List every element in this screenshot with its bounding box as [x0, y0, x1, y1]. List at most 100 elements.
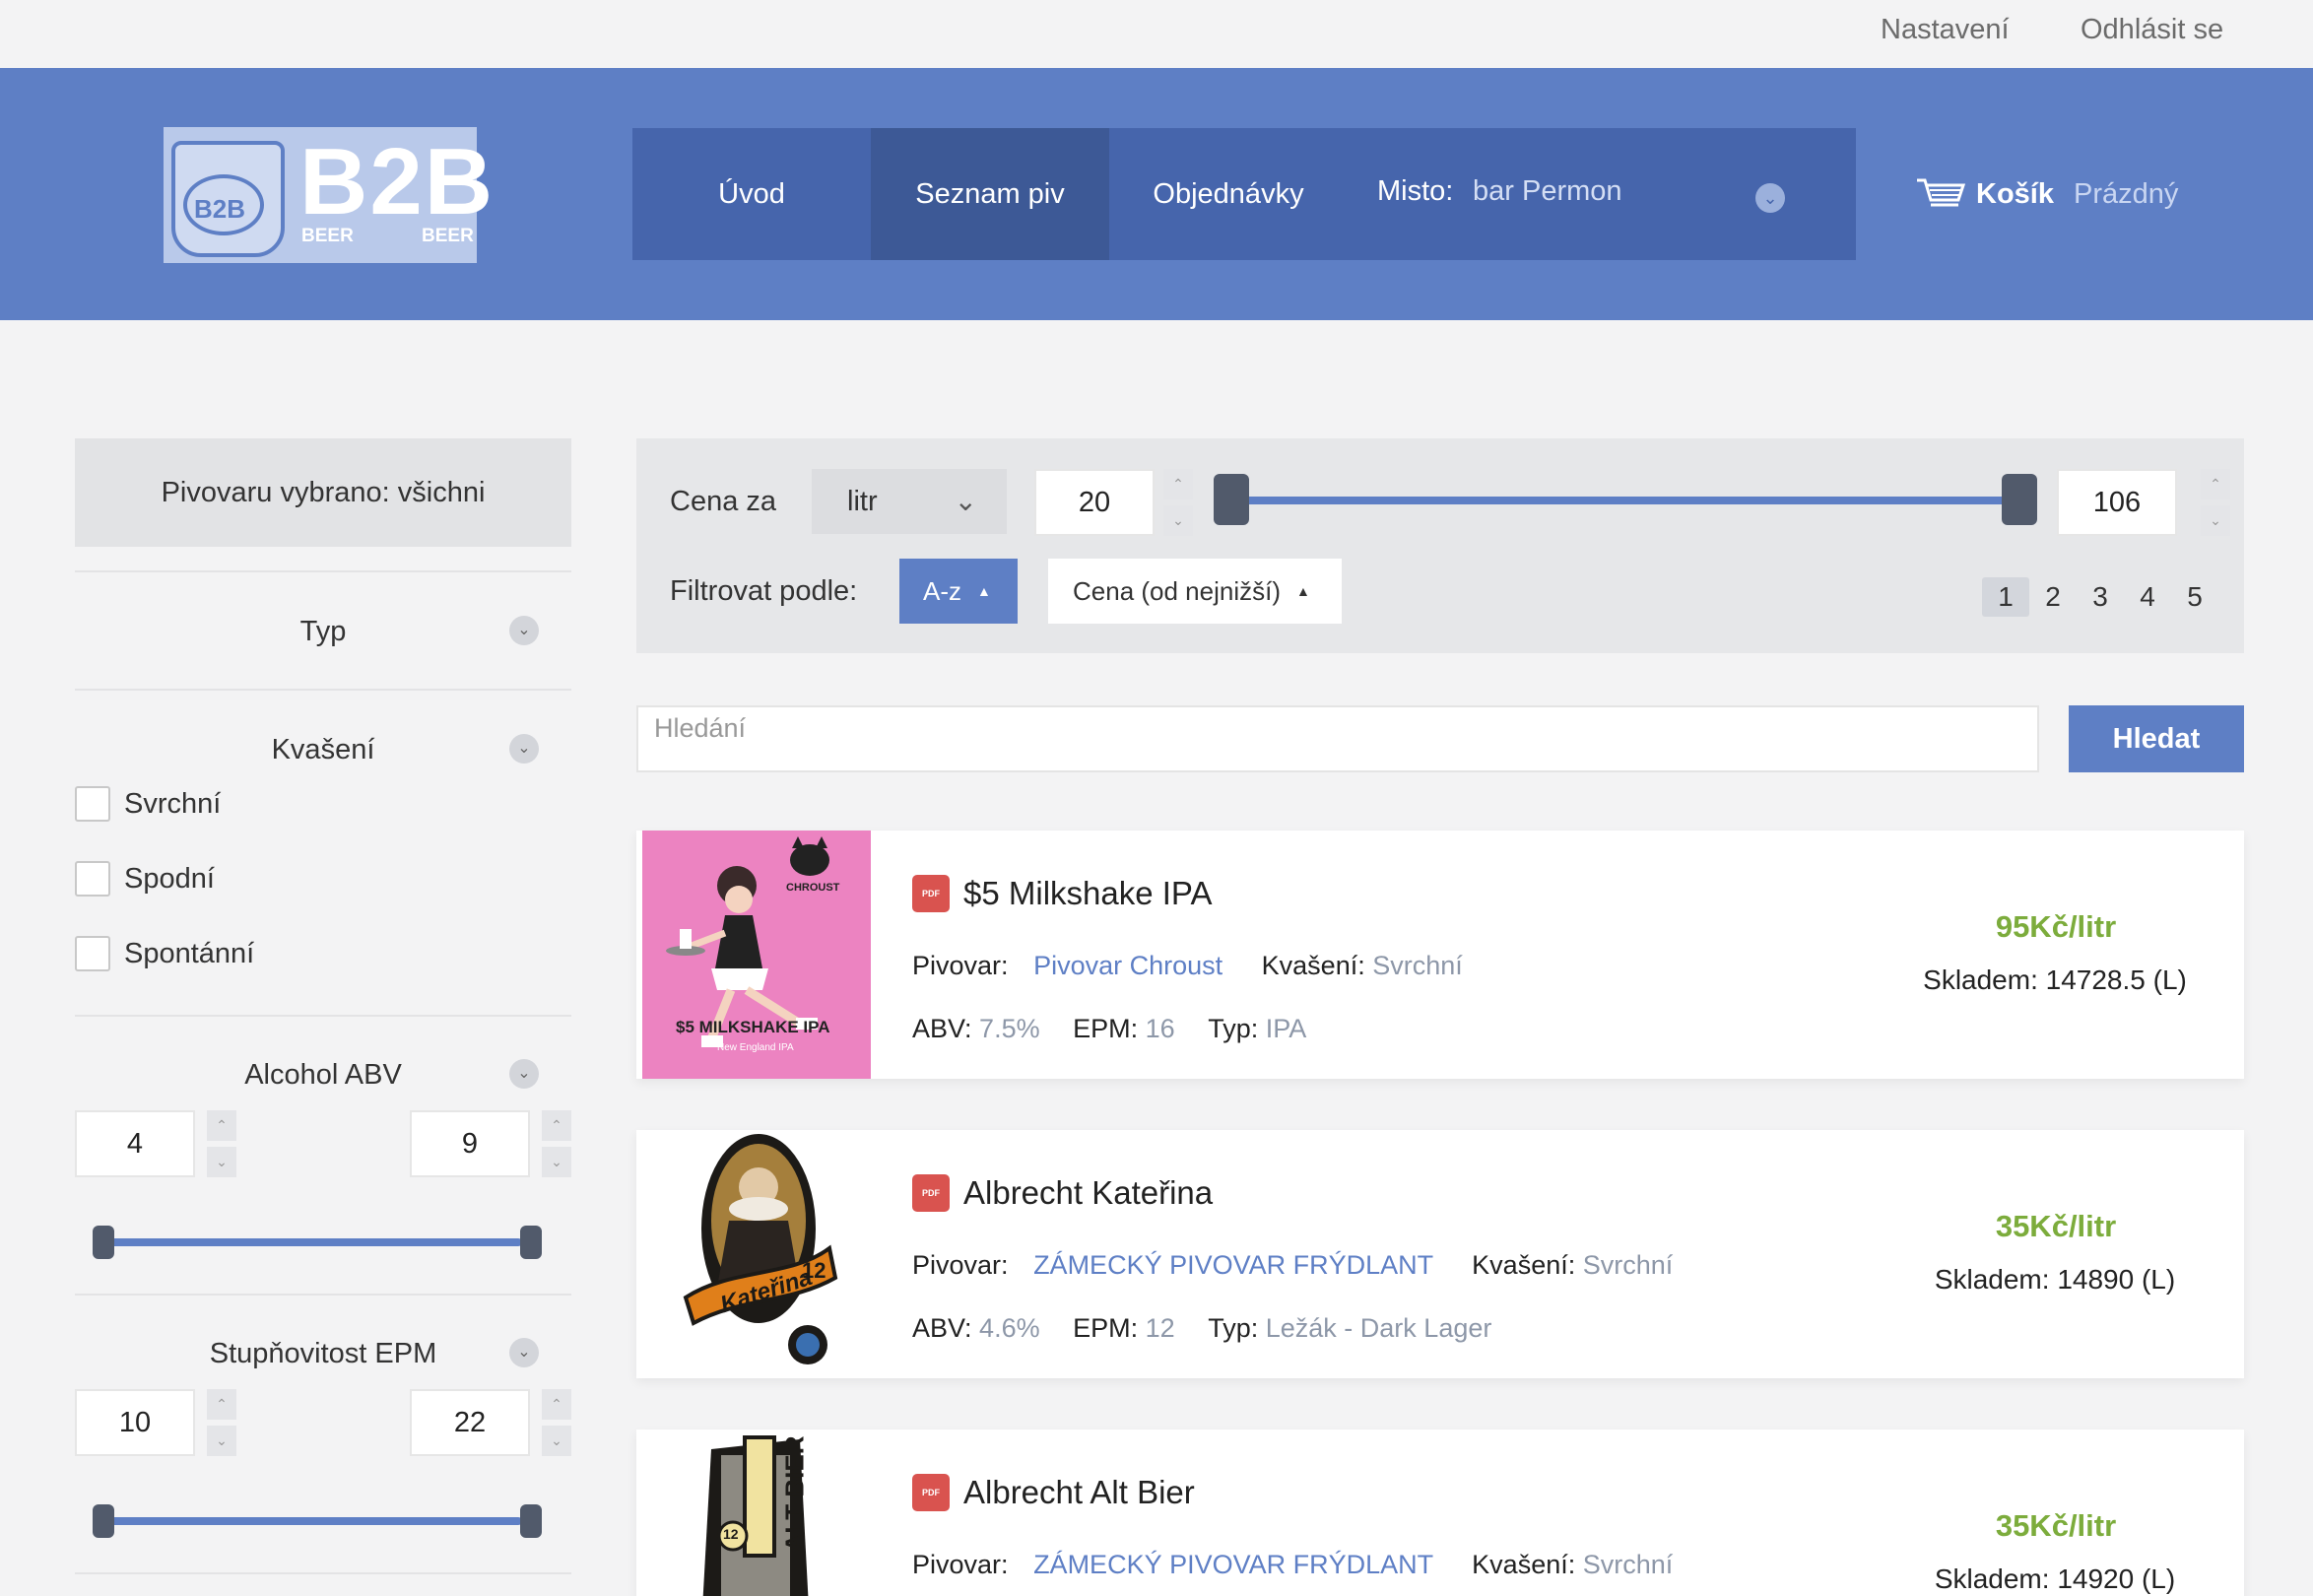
pdf-icon[interactable]: PDF — [912, 1174, 950, 1212]
nav-item-objednavky[interactable]: Objednávky — [1109, 128, 1348, 260]
price-max-stepper[interactable]: ⌃ ⌄ — [2201, 469, 2230, 536]
product-stats-row: ABV: 7.5% EPM: 16 Typ: IPA — [912, 1014, 1307, 1043]
divider — [75, 689, 571, 691]
sort-az-button[interactable]: A-z ▲ — [899, 559, 1018, 624]
price-slider-track[interactable] — [1231, 497, 2019, 504]
checkbox-spontanni[interactable]: Spontánní — [75, 936, 254, 971]
epm-section-title[interactable]: Stupňovitost EPM — [75, 1338, 571, 1370]
epm-max-stepper[interactable]: ⌃ ⌄ — [542, 1389, 571, 1456]
abv-min-stepper[interactable]: ⌃ ⌄ — [207, 1110, 236, 1177]
main-nav: Úvod Seznam piv Objednávky Misto: bar Pe… — [632, 128, 1856, 260]
logout-link[interactable]: Odhlásit se — [2081, 14, 2223, 46]
unit-select[interactable]: litr ⌄ — [812, 469, 1007, 534]
brewery-link[interactable]: ZÁMECKÝ PIVOVAR FRÝDLANT — [1033, 1550, 1433, 1579]
cart-button[interactable]: Košík Prázdný — [1915, 174, 2178, 214]
brewery-selector[interactable]: Pivovaru vybrano: všichni — [75, 438, 571, 547]
page-5[interactable]: 5 — [2171, 577, 2218, 617]
logo-mug-text: B2B — [194, 194, 246, 224]
chevron-down-icon[interactable]: ⌄ — [509, 1059, 539, 1089]
search-button[interactable]: Hledat — [2069, 705, 2244, 772]
place-select[interactable]: bar Permon — [1473, 175, 1622, 208]
nav-item-seznam-piv[interactable]: Seznam piv — [871, 128, 1109, 260]
checkbox-box[interactable] — [75, 786, 110, 822]
price-min-input[interactable]: 20 — [1034, 469, 1155, 536]
checkbox-svrchni[interactable]: Svrchní — [75, 786, 221, 822]
product-meta-row: Pivovar: ZÁMECKÝ PIVOVAR FRÝDLANT Kvašen… — [912, 1250, 1674, 1280]
chevron-down-icon[interactable]: ⌄ — [207, 1147, 236, 1177]
fermentation-section-title[interactable]: Kvašení — [75, 734, 571, 766]
checkbox-box[interactable] — [75, 936, 110, 971]
checkbox-box[interactable] — [75, 861, 110, 897]
alt-bier-label-image — [702, 1435, 809, 1596]
product-name[interactable]: Albrecht Kateřina — [963, 1174, 1213, 1212]
pdf-icon[interactable]: PDF — [912, 875, 950, 912]
epm-min-input[interactable]: 10 — [75, 1389, 195, 1456]
chevron-down-icon[interactable]: ⌄ — [1163, 505, 1193, 536]
product-name[interactable]: $5 Milkshake IPA — [963, 875, 1213, 912]
epm-slider-max-handle[interactable] — [520, 1504, 542, 1538]
abv-max-stepper[interactable]: ⌃ ⌄ — [542, 1110, 571, 1177]
filter-panel: Cena za litr ⌄ 20 ⌃ ⌄ 106 ⌃ ⌄ Filtrovat po… — [636, 438, 2244, 653]
product-meta-row: Pivovar: ZÁMECKÝ PIVOVAR FRÝDLANT Kvašen… — [912, 1550, 1674, 1579]
price-slider-max-handle[interactable] — [2002, 474, 2037, 525]
price-min-stepper[interactable]: ⌃ ⌄ — [1163, 469, 1193, 536]
logo-beer-left: BEER — [301, 226, 354, 246]
page-1[interactable]: 1 — [1982, 577, 2029, 617]
chevron-down-icon: ⌄ — [954, 486, 977, 516]
page-2[interactable]: 2 — [2029, 577, 2077, 617]
price-max-input[interactable]: 106 — [2057, 469, 2177, 536]
chevron-down-icon[interactable]: ⌄ — [542, 1147, 571, 1177]
product-image[interactable]: CHROUST $5 MILKSHAKE IPA New England IPA — [642, 831, 871, 1079]
product-image[interactable]: Kateřina 12 — [642, 1130, 871, 1378]
chevron-up-icon[interactable]: ⌃ — [207, 1110, 236, 1141]
abv-section-title[interactable]: Alcohol ABV — [75, 1059, 571, 1092]
product-price: 95Kč/litr — [1995, 909, 2117, 944]
chevron-up-icon[interactable]: ⌃ — [1163, 469, 1193, 499]
checkbox-spodni[interactable]: Spodní — [75, 861, 215, 897]
chevron-down-icon[interactable]: ⌄ — [542, 1426, 571, 1456]
sort-price-button[interactable]: Cena (od nejnižší) ▲ — [1048, 559, 1342, 624]
product-card[interactable]: ALT BIER 12 PDF Albrecht Alt Bier Pivova… — [636, 1430, 2244, 1596]
chevron-down-icon[interactable]: ⌄ — [2201, 505, 2230, 536]
chevron-up-icon[interactable]: ⌃ — [542, 1110, 571, 1141]
page-4[interactable]: 4 — [2124, 577, 2171, 617]
chevron-up-icon[interactable]: ⌃ — [542, 1389, 571, 1420]
price-slider-min-handle[interactable] — [1214, 474, 1249, 525]
chevron-down-icon[interactable]: ⌄ — [509, 1338, 539, 1367]
chevron-down-icon[interactable]: ⌄ — [207, 1426, 236, 1456]
abv-max-input[interactable]: 9 — [410, 1110, 530, 1177]
product-card[interactable]: Kateřina 12 PDF Albrecht Kateřina Pivova… — [636, 1130, 2244, 1378]
product-image[interactable]: ALT BIER 12 — [642, 1430, 871, 1596]
product-card[interactable]: CHROUST $5 MILKSHAKE IPA New England IPA… — [636, 831, 2244, 1079]
top-bar: Nastavení Odhlásit se — [0, 0, 2313, 68]
epm-max-input[interactable]: 22 — [410, 1389, 530, 1456]
cart-status: Prázdný — [2073, 177, 2179, 210]
pdf-icon[interactable]: PDF — [912, 1474, 950, 1511]
chevron-up-icon[interactable]: ⌃ — [207, 1389, 236, 1420]
settings-link[interactable]: Nastavení — [1881, 14, 2010, 46]
epm-slider-min-handle[interactable] — [93, 1504, 114, 1538]
divider — [75, 1015, 571, 1017]
fermentation-value: Svrchní — [1372, 951, 1463, 980]
type-section-title[interactable]: Typ — [75, 616, 571, 648]
search-input[interactable]: Hledání — [636, 705, 2039, 772]
abv-slider-track[interactable] — [95, 1238, 522, 1246]
label-number: 12 — [802, 1258, 826, 1283]
chevron-down-icon[interactable]: ⌄ — [509, 734, 539, 764]
epm-min-stepper[interactable]: ⌃ ⌄ — [207, 1389, 236, 1456]
page-3[interactable]: 3 — [2077, 577, 2124, 617]
chevron-up-icon[interactable]: ⌃ — [2201, 469, 2230, 499]
brewery-link[interactable]: ZÁMECKÝ PIVOVAR FRÝDLANT — [1033, 1250, 1433, 1280]
abv-slider-min-handle[interactable] — [93, 1226, 114, 1259]
epm-slider-track[interactable] — [95, 1517, 522, 1525]
checkbox-label: Spontánní — [124, 937, 255, 969]
chevron-down-icon[interactable]: ⌄ — [509, 616, 539, 645]
product-name[interactable]: Albrecht Alt Bier — [963, 1474, 1195, 1511]
abv-min-input[interactable]: 4 — [75, 1110, 195, 1177]
chevron-down-icon[interactable]: ⌄ — [1755, 183, 1785, 213]
pagination: 1 2 3 4 5 — [1982, 577, 2218, 617]
brewery-link[interactable]: Pivovar Chroust — [1033, 951, 1223, 980]
abv-slider-max-handle[interactable] — [520, 1226, 542, 1259]
nav-item-uvod[interactable]: Úvod — [632, 128, 871, 260]
b2b-logo[interactable]: B2B B2B BEER BEER — [164, 127, 493, 263]
